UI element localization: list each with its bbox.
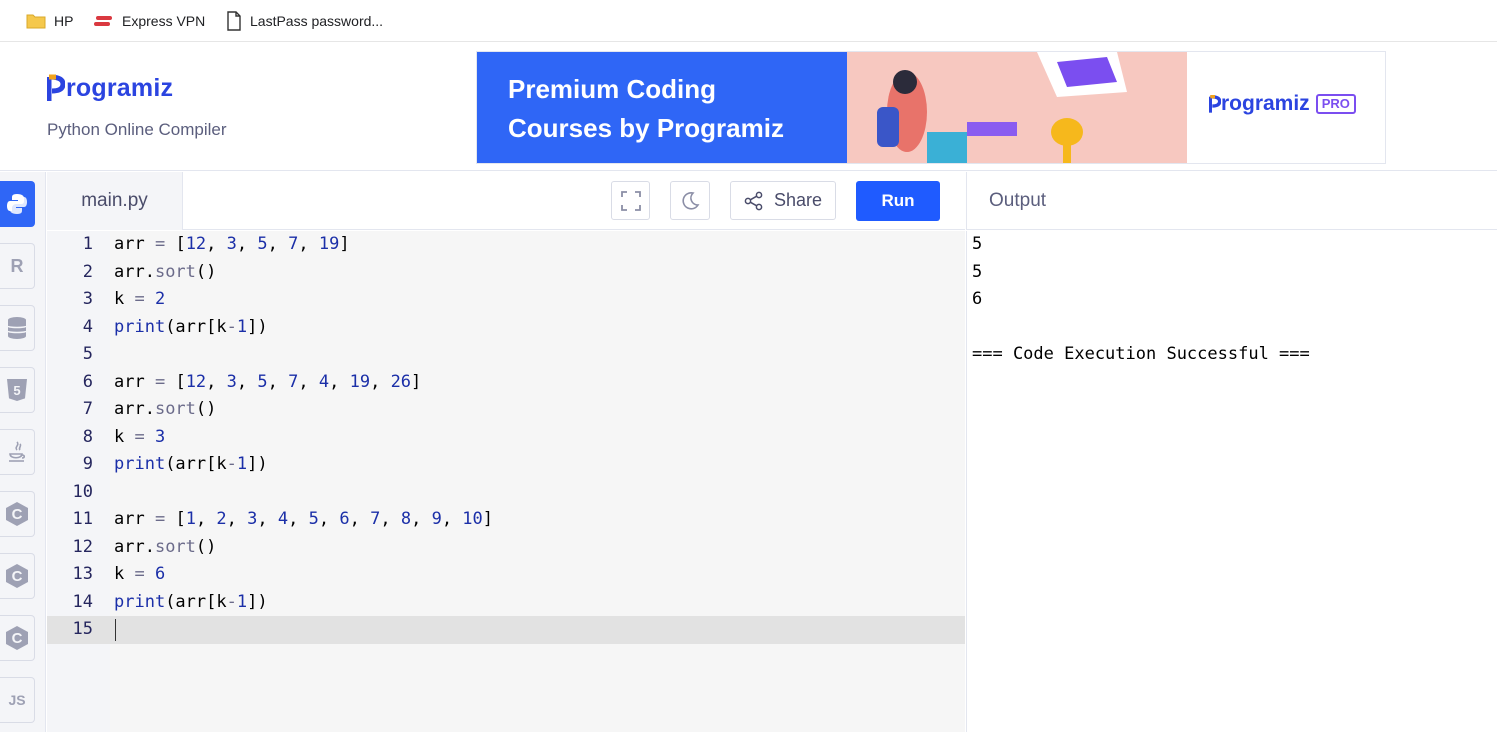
moon-icon	[682, 191, 700, 210]
js-icon: JS	[8, 692, 26, 708]
language-cpp[interactable]: C	[0, 553, 35, 599]
banner-blue-panel: Premium Coding Courses by Programiz	[477, 52, 847, 163]
line-number: 6	[82, 371, 93, 392]
language-sql[interactable]	[0, 305, 35, 351]
bookmark-express-vpn[interactable]: Express VPN	[94, 10, 205, 32]
run-button[interactable]: Run	[856, 181, 940, 221]
code-line: k = 6	[114, 564, 166, 584]
page-subtitle: Python Online Compiler	[47, 120, 227, 139]
code-line: arr = [1, 2, 3, 4, 5, 6, 7, 8, 9, 10]	[114, 509, 494, 529]
programiz-pro-logo: rogramiz PRO	[1209, 92, 1356, 116]
pro-logo-text: rogramiz	[1221, 92, 1310, 115]
promo-banner[interactable]: Premium Coding Courses by Programiz rogr…	[476, 51, 1386, 164]
database-icon	[7, 317, 27, 339]
line-number: 14	[72, 591, 93, 612]
python-icon	[7, 194, 27, 214]
language-c[interactable]: C	[0, 491, 35, 537]
line-number: 11	[72, 509, 93, 529]
c-icon: C	[6, 502, 28, 526]
pro-badge: PRO	[1315, 94, 1356, 114]
line-number: 2	[82, 261, 93, 282]
code-line: print(arr[k-1])	[114, 316, 268, 337]
line-number: 1	[82, 234, 93, 254]
language-csharp[interactable]: C	[0, 615, 35, 661]
code-area[interactable]	[110, 231, 965, 732]
code-line: arr.sort()	[114, 261, 217, 282]
language-sidebar: R 5 C C C JS	[0, 172, 46, 732]
logo-text: rogramiz	[66, 73, 174, 102]
code-line: arr.sort()	[114, 399, 217, 419]
output-line: 6	[972, 289, 983, 309]
bookmarks-bar: HP Express VPN LastPass password...	[0, 0, 1497, 42]
output-line: === Code Execution Successful ===	[972, 344, 1310, 364]
output-title: Output	[989, 189, 1047, 211]
line-number: 8	[82, 426, 93, 447]
banner-headline: Premium Coding Courses by Programiz	[508, 70, 838, 148]
expressvpn-icon	[94, 13, 114, 29]
share-button[interactable]: Share	[730, 181, 836, 220]
output-line: 5	[972, 261, 983, 282]
language-javascript[interactable]: JS	[0, 677, 35, 723]
code-editor[interactable]: 1 2 3 4 5 6 7 8 9 10 11 12 13 14 15 arr = [12, 3, 5, 7,…	[47, 231, 965, 732]
fullscreen-button[interactable]	[611, 181, 650, 220]
code-line: print(arr[k-1])	[114, 454, 268, 474]
code-line: print(arr[k-1])	[114, 591, 268, 612]
programiz-p-icon	[46, 73, 66, 103]
share-label: Share	[773, 190, 823, 210]
csharp-icon: C	[6, 626, 28, 650]
language-python[interactable]	[0, 181, 35, 227]
output-panel: 5 5 6 === Code Execution Successful ===	[966, 231, 1497, 732]
line-number: 5	[82, 344, 93, 364]
page-icon	[226, 11, 242, 31]
line-number: 12	[72, 536, 93, 557]
bookmark-hp[interactable]: HP	[26, 10, 73, 32]
banner-line-2: Courses by Programiz	[508, 113, 784, 143]
fullscreen-icon	[620, 190, 641, 211]
bookmark-label: Express VPN	[122, 13, 206, 29]
line-number: 7	[82, 399, 93, 419]
tab-main-py[interactable]: main.py	[47, 172, 183, 230]
java-icon	[9, 441, 26, 462]
site-header: rogramiz Python Online Compiler Premium …	[0, 43, 1497, 171]
language-java[interactable]	[0, 429, 35, 475]
line-number: 15	[72, 619, 93, 639]
editor-toolbar: main.py Share Run	[47, 172, 965, 230]
code-line: arr.sort()	[114, 536, 217, 557]
language-r[interactable]: R	[0, 243, 35, 289]
active-line-highlight	[47, 616, 965, 644]
line-number: 3	[82, 289, 93, 309]
language-html[interactable]: 5	[0, 367, 35, 413]
dark-mode-button[interactable]	[670, 181, 710, 220]
folder-icon	[26, 13, 46, 29]
code-line: arr = [12, 3, 5, 7, 19]	[114, 234, 350, 254]
bookmark-label: HP	[54, 13, 74, 29]
programiz-logo[interactable]: rogramiz	[46, 73, 174, 103]
programiz-p-icon	[1209, 95, 1221, 113]
bookmark-lastpass[interactable]: LastPass password...	[226, 10, 383, 32]
r-icon: R	[10, 255, 24, 276]
bookmark-label: LastPass password...	[250, 13, 384, 29]
cpp-icon: C	[6, 564, 28, 588]
line-number: 10	[72, 481, 93, 502]
html5-icon: 5	[7, 379, 27, 401]
code-line: arr = [12, 3, 5, 7, 4, 19, 26]	[114, 371, 422, 392]
output-header: Output	[966, 172, 1497, 230]
banner-illustration	[817, 52, 1187, 163]
line-number: 9	[82, 454, 93, 474]
share-icon	[744, 191, 763, 210]
code-line: k = 3	[114, 426, 166, 447]
line-number: 13	[72, 564, 93, 584]
code-line: k = 2	[114, 289, 166, 309]
banner-pro-panel: rogramiz PRO	[1187, 52, 1385, 163]
output-line: 5	[972, 234, 983, 254]
text-cursor	[115, 619, 116, 641]
line-number: 4	[82, 316, 93, 337]
banner-line-1: Premium Coding	[508, 74, 717, 104]
